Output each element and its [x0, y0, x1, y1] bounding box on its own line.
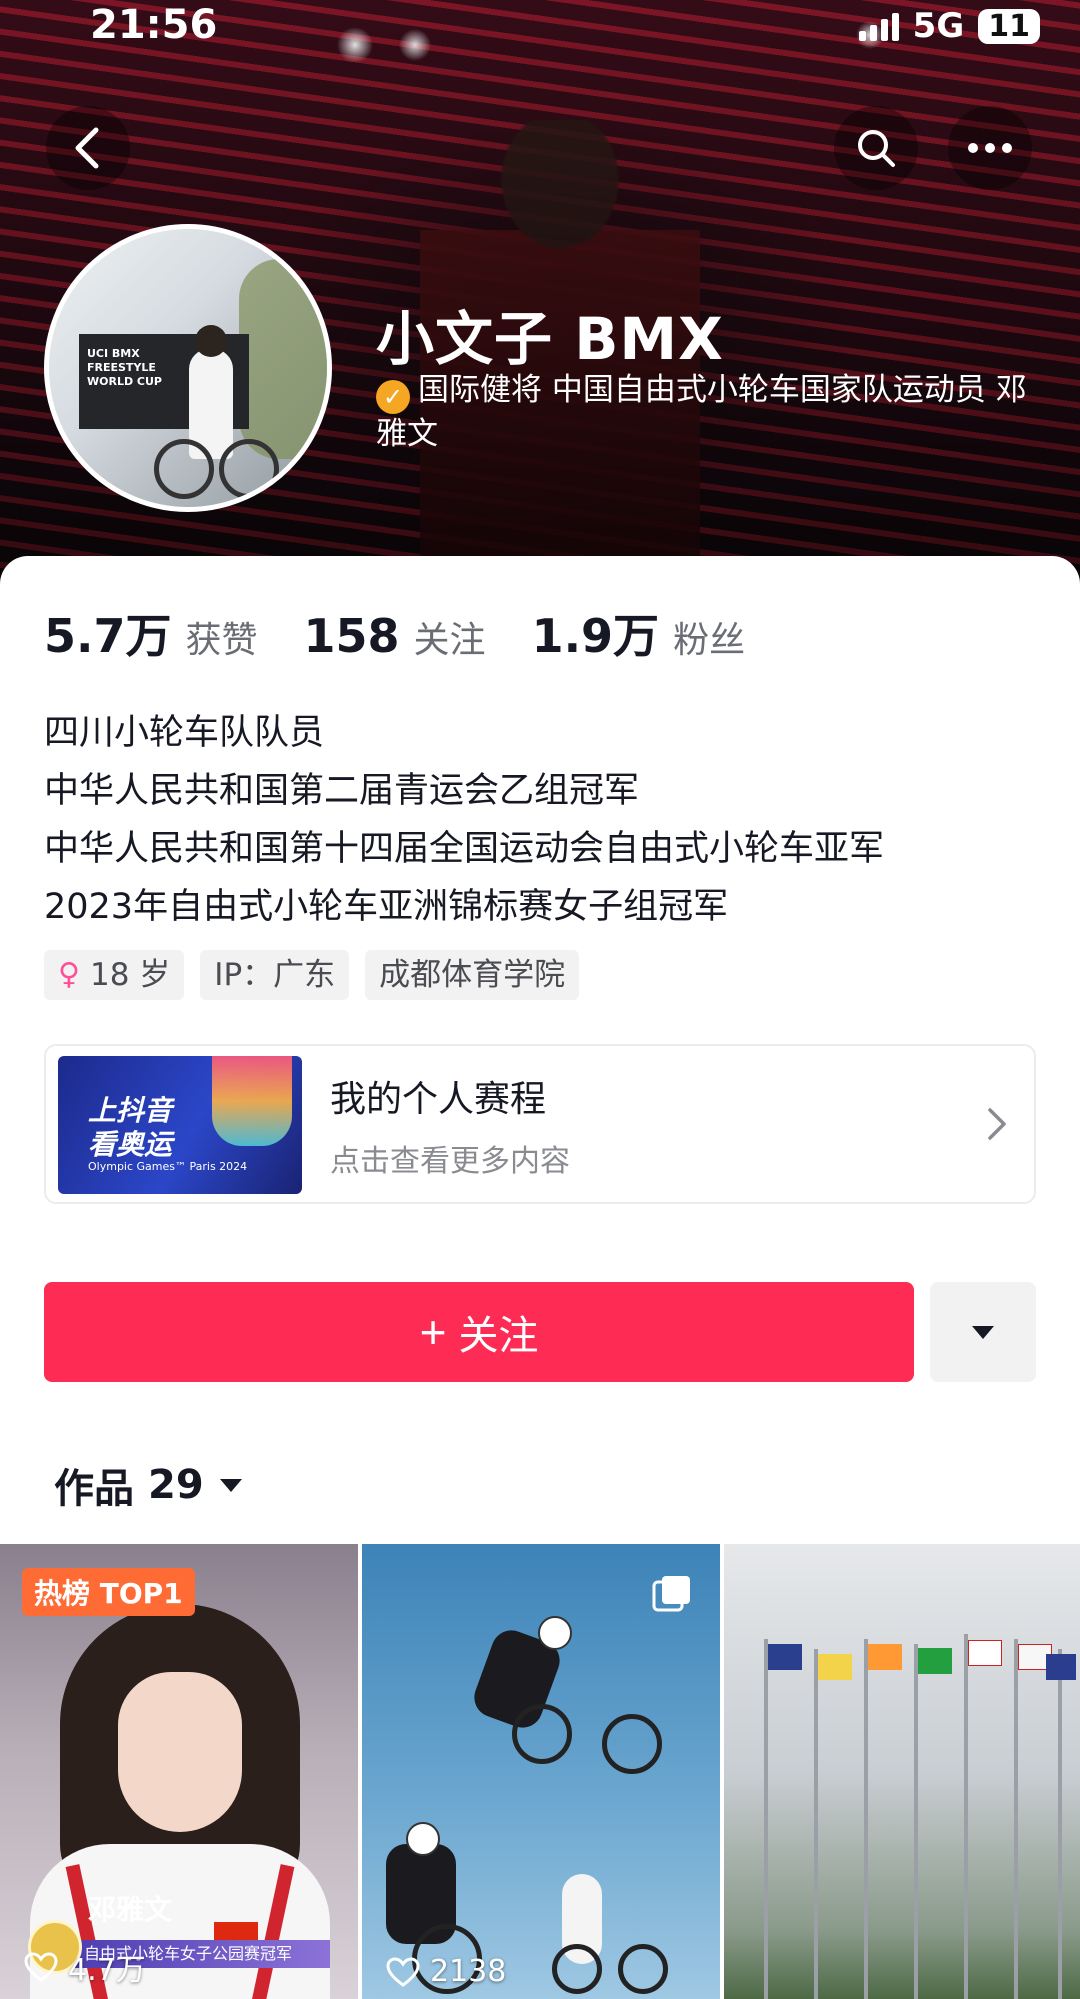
- video-likes: 4.7万: [24, 1945, 146, 1989]
- signal-icon: [858, 11, 899, 41]
- flag-pole: [1058, 1649, 1062, 1999]
- status-bar: 21:56 5G 11: [0, 0, 1080, 56]
- profile-tags: ♀ 18 岁 IP：广东 成都体育学院: [44, 950, 580, 1000]
- stat-followers[interactable]: 1.9万 粉丝: [532, 600, 746, 666]
- plus-icon: +: [419, 1306, 447, 1358]
- stat-following-count: 158: [303, 609, 400, 663]
- caret-down-icon: [219, 1479, 242, 1492]
- stat-likes[interactable]: 5.7万 获赞: [44, 600, 258, 666]
- schedule-title: 我的个人赛程: [330, 1079, 547, 1120]
- verified-icon: ✓: [376, 380, 410, 414]
- female-icon: ♀: [58, 957, 80, 992]
- flag-icon: [918, 1648, 952, 1674]
- verification-info: ✓ 国际健将 中国自由式小轮车国家队运动员 邓雅文: [376, 370, 1036, 454]
- stat-following-label: 关注: [413, 620, 486, 661]
- video-likes-count: 4.7万: [68, 1953, 146, 1988]
- flag-pole: [764, 1639, 768, 1999]
- video-thumbnail[interactable]: 2138: [362, 1544, 720, 1999]
- heart-icon: [24, 1952, 58, 1982]
- battery-icon: 11: [978, 8, 1040, 44]
- avatar-rider-head: [195, 325, 227, 357]
- status-time: 21:56: [90, 2, 218, 48]
- follow-label: 关注: [458, 1314, 539, 1358]
- video-likes-count: 2138: [430, 1954, 507, 1989]
- chevron-right-icon: [988, 1108, 1006, 1140]
- flag-pole: [964, 1634, 968, 1999]
- search-icon: [858, 130, 895, 167]
- recommend-dropdown-button[interactable]: [930, 1282, 1036, 1382]
- avatar-bike-wheel: [154, 439, 214, 499]
- heart-icon: [386, 1956, 420, 1987]
- schedule-subtitle: 点击查看更多内容: [330, 1144, 570, 1179]
- back-button[interactable]: [46, 106, 130, 190]
- flag-icon: [768, 1644, 802, 1670]
- verification-text: 国际健将 中国自由式小轮车国家队运动员 邓雅文: [376, 372, 1027, 452]
- thumbnail-bike-wheel: [512, 1704, 572, 1764]
- thumbnail-name-banner: 邓雅文: [88, 1893, 173, 1926]
- school-tag[interactable]: 成都体育学院: [365, 950, 580, 1000]
- avatar-tree: [239, 259, 327, 459]
- thumbnail-title-line: 上抖音: [88, 1094, 173, 1127]
- avatar-banner-text: UCI BMX FREESTYLE WORLD CUP: [87, 347, 162, 388]
- thumbnail-title: 上抖音 看奥运: [88, 1094, 172, 1162]
- tab-works[interactable]: 作品 29: [54, 1456, 244, 1514]
- stat-likes-label: 获赞: [185, 620, 258, 661]
- bio-line: 中华人民共和国第二届青运会乙组冠军: [44, 771, 640, 811]
- status-indicators: 5G 11: [858, 6, 1040, 46]
- video-thumbnail[interactable]: [724, 1544, 1080, 1999]
- multi-image-icon: [652, 1576, 690, 1612]
- schedule-thumbnail: 上抖音 看奥运 Olympic Games™ Paris 2024: [58, 1056, 302, 1194]
- flag-icon: [968, 1640, 1002, 1666]
- thumbnail-person-face: [118, 1672, 242, 1832]
- avatar-bike-wheel: [219, 439, 279, 499]
- flag-icon: [1046, 1654, 1076, 1680]
- flag-icon: [868, 1644, 902, 1670]
- back-arrow-icon: [75, 127, 99, 169]
- thumbnail-bike-wheel: [552, 1944, 602, 1994]
- avatar[interactable]: UCI BMX FREESTYLE WORLD CUP: [44, 224, 332, 512]
- stat-following[interactable]: 158 关注: [304, 609, 486, 663]
- thumbnail-bike-wheel: [602, 1714, 662, 1774]
- thumbnail-rider-helmet: [538, 1616, 572, 1650]
- flag-pole: [914, 1644, 918, 1999]
- network-type: 5G: [912, 6, 965, 46]
- flag-pole: [1014, 1639, 1018, 1999]
- caret-down-icon: [972, 1326, 994, 1339]
- profile-stats: 5.7万 获赞 158 关注 1.9万 粉丝: [44, 600, 791, 666]
- thumbnail-title-line: 看奥运: [88, 1128, 173, 1161]
- more-dots-icon: [968, 143, 1012, 153]
- bio-line: 2023年自由式小轮车亚洲锦标赛女子组冠军: [44, 887, 729, 927]
- stat-followers-count: 1.9万: [531, 609, 660, 663]
- follow-button[interactable]: + 关注: [44, 1282, 914, 1382]
- flag-pole: [814, 1649, 818, 1999]
- thumbnail-bike-wheel: [618, 1944, 668, 1994]
- video-likes: 2138: [386, 1954, 506, 1989]
- flag-pole: [864, 1639, 868, 1999]
- ip-location-tag: IP：广东: [200, 950, 350, 1000]
- bio-line: 中华人民共和国第十四届全国运动会自由式小轮车亚军: [44, 829, 885, 869]
- more-button[interactable]: [948, 106, 1032, 190]
- video-grid: 邓雅文 自由式小轮车女子公园赛冠军 热榜 TOP1 4.7万 2138: [0, 1544, 1080, 1999]
- age-tag-text: 18 岁: [89, 957, 171, 993]
- works-label: 作品: [54, 1466, 134, 1512]
- age-tag: ♀ 18 岁: [44, 950, 185, 1000]
- schedule-card[interactable]: 上抖音 看奥运 Olympic Games™ Paris 2024 我的个人赛程…: [44, 1044, 1036, 1204]
- stat-likes-count: 5.7万: [44, 609, 172, 663]
- works-count: 29: [148, 1462, 204, 1508]
- bio-line: 四川小轮车队队员: [44, 713, 325, 753]
- flag-icon: [818, 1654, 852, 1680]
- video-thumbnail[interactable]: 邓雅文 自由式小轮车女子公园赛冠军 热榜 TOP1 4.7万: [0, 1544, 358, 1999]
- search-button[interactable]: [834, 106, 918, 190]
- profile-name: 小文子 BMX: [376, 305, 724, 373]
- stat-followers-label: 粉丝: [673, 620, 746, 661]
- profile-bio: 四川小轮车队队员 中华人民共和国第二届青运会乙组冠军 中华人民共和国第十四届全国…: [44, 704, 884, 936]
- hot-rank-badge: 热榜 TOP1: [22, 1568, 195, 1616]
- thumbnail-decoration: [212, 1056, 292, 1146]
- thumbnail-subtitle: Olympic Games™ Paris 2024: [88, 1160, 248, 1173]
- thumbnail-rider-helmet: [406, 1822, 440, 1856]
